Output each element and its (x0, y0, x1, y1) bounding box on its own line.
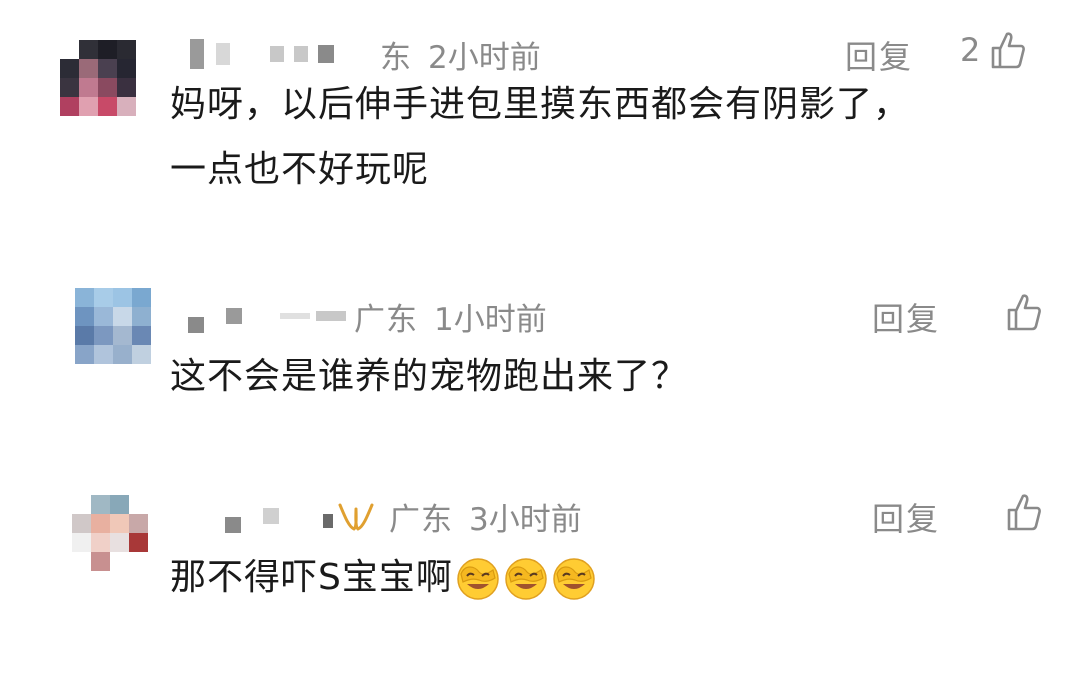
avatar[interactable] (75, 288, 151, 364)
avatar[interactable] (60, 40, 136, 116)
region-label: 广东 (354, 301, 418, 338)
reply-button[interactable]: 回复 (872, 294, 940, 340)
facepalm-emoji (505, 558, 547, 600)
comment-item: 东 2小时前 回复 2 妈呀，以后伸手进包里摸东西都会有阴影了， 一点也不好玩呢 (0, 0, 1080, 230)
comment-text: 妈呀，以后伸手进包里摸东西都会有阴影了， 一点也不好玩呢 (170, 72, 910, 202)
region-label: 东 (380, 39, 412, 76)
timestamp: 2小时前 (428, 39, 541, 76)
redacted-username (270, 46, 284, 62)
redacted-username (318, 45, 334, 63)
comment-line: 那不得吓S宝宝啊 (170, 557, 453, 598)
thumbs-up-icon (1007, 294, 1041, 331)
comment-line: 妈呀，以后伸手进包里摸东西都会有阴影了， (170, 84, 911, 125)
comment-meta: 广东 1小时前 (188, 296, 547, 338)
comment-text: 那不得吓S宝宝啊 (170, 545, 597, 610)
thumbs-up-icon (992, 32, 1026, 69)
reply-button[interactable]: 回复 (872, 494, 940, 540)
avatar[interactable] (72, 495, 148, 571)
redacted-username (225, 517, 241, 533)
comment-item: 广东 1小时前 回复 这不会是谁养的宠物跑出来了？ (0, 230, 1080, 440)
comment-text: 这不会是谁养的宠物跑出来了？ (170, 344, 688, 409)
redacted-username (216, 43, 230, 65)
redacted-username (294, 46, 308, 62)
like-button[interactable] (996, 292, 1042, 332)
timestamp: 1小时前 (434, 301, 547, 338)
region-label: 广东 (389, 501, 453, 538)
redacted-username (323, 514, 333, 528)
facepalm-emoji (457, 558, 499, 600)
like-button[interactable]: 2 (960, 30, 1026, 70)
comment-line: 这不会是谁养的宠物跑出来了？ (170, 356, 689, 397)
redacted-username (190, 39, 204, 69)
like-count: 2 (960, 31, 981, 69)
redacted-username (226, 308, 242, 324)
redacted-username (280, 313, 310, 319)
comment-line: 一点也不好玩呢 (170, 149, 430, 190)
facepalm-emoji (553, 558, 595, 600)
vip-badge-icon (338, 503, 374, 531)
thumbs-up-icon (1007, 494, 1041, 531)
redacted-username (188, 317, 204, 333)
comment-item: 广东 3小时前 回复 那不得吓S宝宝啊 (0, 440, 1080, 680)
redacted-username (263, 508, 279, 524)
like-button[interactable] (996, 492, 1042, 532)
comment-meta: 广东 3小时前 (225, 496, 582, 538)
comment-meta: 东 2小时前 (190, 34, 541, 76)
timestamp: 3小时前 (469, 501, 582, 538)
redacted-username (316, 311, 346, 321)
